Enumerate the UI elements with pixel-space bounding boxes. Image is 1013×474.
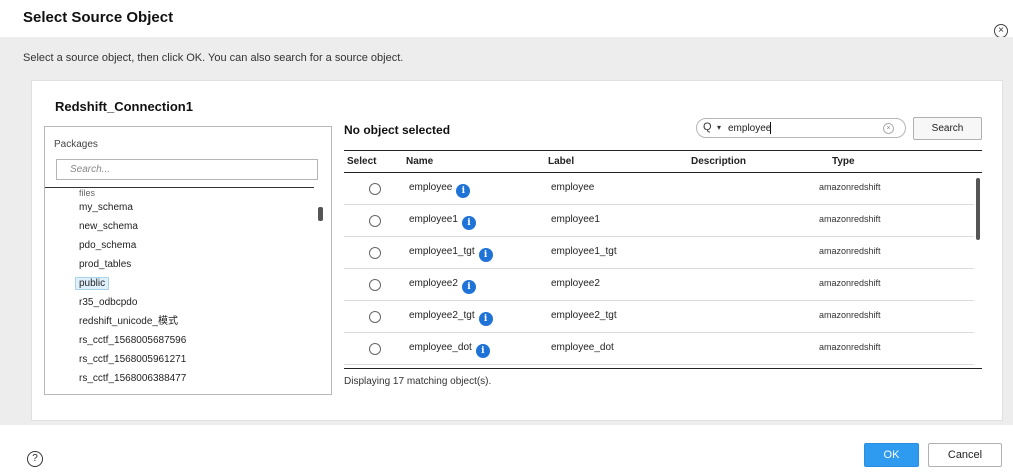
object-name-cell: employee_dot i (409, 342, 490, 358)
object-name: employee_dot (409, 342, 472, 353)
instructions-text: Select a source object, then click OK. Y… (23, 52, 404, 64)
text-cursor (770, 122, 771, 134)
package-item-label: r35_odbcpdo (79, 297, 138, 308)
object-label-cell: employee1 (551, 214, 600, 225)
column-header-select: Select (347, 156, 377, 167)
table-bottom-rule (344, 368, 982, 369)
info-icon[interactable]: i (461, 280, 476, 294)
column-header-label[interactable]: Label (548, 156, 574, 167)
select-radio[interactable] (369, 215, 381, 227)
package-search-input[interactable] (56, 159, 318, 180)
package-item-label: new_schema (79, 221, 138, 232)
object-search-input[interactable] (728, 121, 868, 135)
package-scrollbar-thumb[interactable] (318, 207, 323, 221)
object-type-cell: amazonredshift (819, 182, 881, 192)
column-header-name[interactable]: Name (406, 156, 433, 167)
info-icon[interactable]: i (475, 344, 490, 358)
object-name-cell: employee i (409, 182, 471, 198)
package-item[interactable]: pdo_schema (79, 236, 319, 255)
object-label-cell: employee (551, 182, 595, 193)
selection-status: No object selected (344, 123, 451, 137)
object-name: employee2 (409, 278, 458, 289)
object-name-cell: employee1 i (409, 214, 476, 230)
package-item-label: redshift_unicode_模式 (79, 316, 178, 327)
select-radio[interactable] (369, 343, 381, 355)
object-name-cell: employee2_tgt i (409, 310, 493, 326)
package-item-label: my_schema (79, 202, 133, 213)
select-radio[interactable] (369, 183, 381, 195)
table-row[interactable]: employee1_tgt i employee1_tgt amazonredshif… (344, 237, 974, 269)
package-item[interactable]: public (75, 274, 319, 293)
packages-box: Packages files my_schema new_schema pdo_sch… (44, 126, 332, 395)
search-icon[interactable]: Q (703, 121, 712, 133)
close-icon[interactable]: × (994, 24, 1008, 38)
objects-table-body: employee i employee amazonredshift employee1… (344, 173, 974, 367)
object-type-cell: amazonredshift (819, 310, 881, 320)
package-item-label: public (75, 277, 110, 290)
package-item[interactable]: rs_cctf_1568005687596 (79, 331, 319, 350)
object-type-cell: amazonredshift (819, 342, 881, 352)
object-name: employee2_tgt (409, 310, 475, 321)
select-radio[interactable] (369, 247, 381, 259)
connection-name: Redshift_Connection1 (55, 99, 193, 114)
column-header-description[interactable]: Description (691, 156, 746, 167)
dialog-title: Select Source Object (23, 9, 174, 26)
object-name: employee (409, 182, 453, 193)
package-item-label: rs_cctf_1568005687596 (79, 335, 187, 346)
table-row[interactable]: employee2_tgt i employee2_tgt amazonredshif… (344, 301, 974, 333)
package-item[interactable]: new_schema (79, 217, 319, 236)
object-label-cell: employee2_tgt (551, 310, 617, 321)
help-icon[interactable]: ? (27, 451, 43, 467)
match-count: Displaying 17 matching object(s). (344, 376, 492, 387)
package-item-label: rs_cctf_1568006388477 (79, 373, 187, 384)
object-type-cell: amazonredshift (819, 278, 881, 288)
object-label-cell: employee1_tgt (551, 246, 617, 257)
object-search-box[interactable]: Q ▾ × (696, 118, 906, 138)
select-radio[interactable] (369, 311, 381, 323)
packages-divider (45, 187, 314, 188)
package-item[interactable]: files (79, 189, 319, 198)
package-item-label: pdo_schema (79, 240, 137, 251)
object-label-cell: employee2 (551, 278, 600, 289)
select-radio[interactable] (369, 279, 381, 291)
table-scrollbar-thumb[interactable] (976, 178, 980, 240)
cancel-button[interactable]: Cancel (928, 443, 1002, 467)
chevron-down-icon[interactable]: ▾ (717, 123, 721, 132)
package-list: files my_schema new_schema pdo_schema prod_t… (75, 189, 319, 388)
clear-icon[interactable]: × (883, 123, 894, 134)
info-icon[interactable]: i (478, 312, 493, 326)
info-icon[interactable]: i (461, 216, 476, 230)
package-item[interactable]: my_schema (79, 198, 319, 217)
table-row[interactable]: employee_dot i employee_dot amazonredshift (344, 333, 974, 365)
search-button[interactable]: Search (913, 117, 982, 140)
package-item[interactable]: prod_tables (79, 255, 319, 274)
table-row[interactable]: employee1 i employee1 amazonredshift (344, 205, 974, 237)
package-item[interactable]: redshift_unicode_模式 (79, 312, 319, 331)
table-row[interactable]: employee2 i employee2 amazonredshift (344, 269, 974, 301)
package-item[interactable]: rs_cctf_1568006388477 (79, 369, 319, 388)
object-label-cell: employee_dot (551, 342, 614, 353)
object-name: employee1 (409, 214, 458, 225)
object-name-cell: employee2 i (409, 278, 476, 294)
object-type-cell: amazonredshift (819, 246, 881, 256)
ok-button[interactable]: OK (864, 443, 919, 467)
package-item[interactable]: rs_cctf_1568005961271 (79, 350, 319, 369)
table-top-rule (344, 150, 982, 151)
package-item-label: files (79, 189, 96, 198)
packages-label: Packages (54, 139, 98, 150)
object-type-cell: amazonredshift (819, 214, 881, 224)
package-item-label: prod_tables (79, 259, 132, 270)
info-icon[interactable]: i (478, 248, 493, 262)
info-icon[interactable]: i (456, 184, 471, 198)
object-name: employee1_tgt (409, 246, 475, 257)
object-name-cell: employee1_tgt i (409, 246, 493, 262)
package-item[interactable]: r35_odbcpdo (79, 293, 319, 312)
package-item-label: rs_cctf_1568005961271 (79, 354, 187, 365)
column-header-type[interactable]: Type (832, 156, 855, 167)
table-row[interactable]: employee i employee amazonredshift (344, 173, 974, 205)
